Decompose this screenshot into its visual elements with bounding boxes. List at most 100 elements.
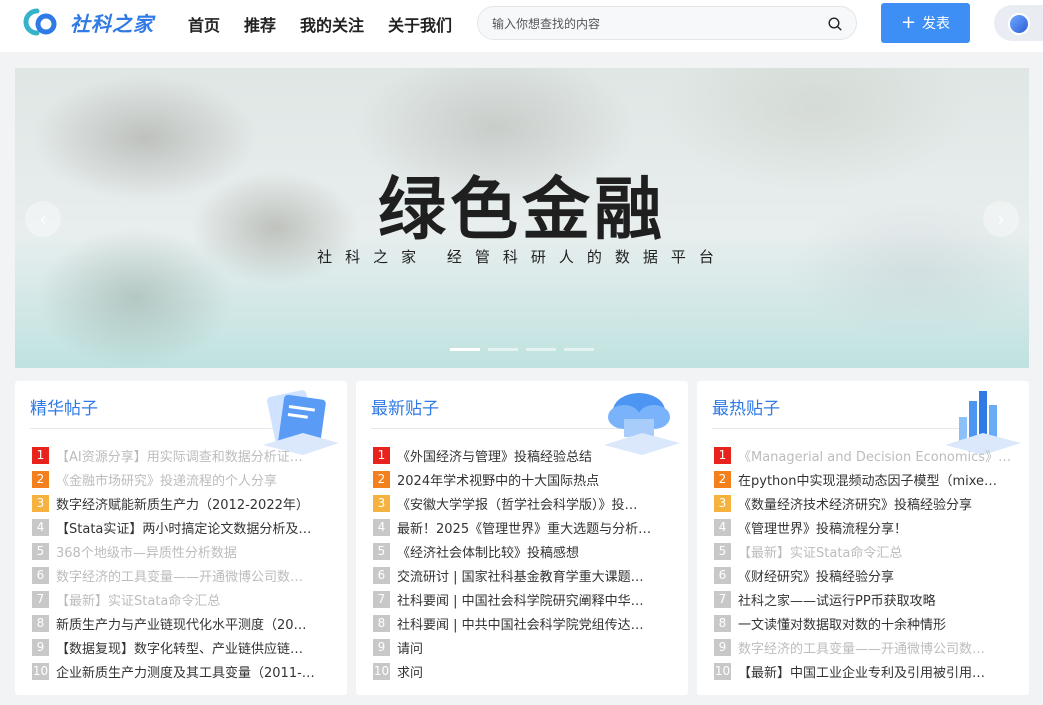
rank-badge: 10 xyxy=(714,662,731,680)
nav-recommend[interactable]: 推荐 xyxy=(244,12,276,36)
search-icon[interactable] xyxy=(828,17,842,31)
card-title[interactable]: 精华帖子 xyxy=(30,394,98,419)
rank-badge: 2 xyxy=(714,470,731,488)
post-title-link[interactable]: 【Stata实证】两小时搞定论文数据分析及… xyxy=(56,518,332,537)
list-item[interactable]: 8 社科要闻 | 中共中国社会科学院党组传达… xyxy=(373,611,673,635)
post-title-link[interactable]: 368个地级市—异质性分析数据 xyxy=(56,542,332,561)
post-title-link[interactable]: 交流研讨 | 国家社科基金教育学重大课题… xyxy=(397,566,673,585)
rank-badge: 9 xyxy=(32,638,49,656)
rank-badge: 6 xyxy=(32,566,49,584)
divider xyxy=(30,428,280,429)
list-item[interactable]: 5 【最新】实证Stata命令汇总 xyxy=(714,539,1014,563)
rank-badge: 5 xyxy=(32,542,49,560)
post-title-link[interactable]: 《财经研究》投稿经验分享 xyxy=(738,566,1014,585)
featured-post-list: 1 【AI资源分享】用实际调查和数据分析证… 2 《金融市场研究》投递流程的个人分享 3… xyxy=(32,443,332,683)
carousel-next-arrow-icon[interactable]: › xyxy=(983,201,1019,237)
list-item[interactable]: 9 数字经济的工具变量——开通微博公司数… xyxy=(714,635,1014,659)
post-title-link[interactable]: 《外国经济与管理》投稿经验总结 xyxy=(397,446,673,465)
search-input[interactable] xyxy=(492,14,812,34)
list-item[interactable]: 3 《安徽大学学报（哲学社会科学版）》投… xyxy=(373,491,673,515)
rank-badge: 6 xyxy=(373,566,390,584)
list-item[interactable]: 7 社科要闻 | 中国社会科学院研究阐释中华… xyxy=(373,587,673,611)
list-item[interactable]: 2 在python中实现混频动态因子模型（mixe… xyxy=(714,467,1014,491)
site-logo[interactable]: 社科之家 xyxy=(20,5,154,39)
divider xyxy=(371,428,621,429)
post-title-link[interactable]: 数字经济赋能新质生产力（2012-2022年） xyxy=(56,494,332,513)
carousel-dot-2[interactable] xyxy=(488,348,518,351)
post-title-link[interactable]: 《金融市场研究》投递流程的个人分享 xyxy=(56,470,332,489)
post-title-link[interactable]: 《经济社会体制比较》投稿感想 xyxy=(397,542,673,561)
list-item[interactable]: 1 《外国经济与管理》投稿经验总结 xyxy=(373,443,673,467)
rank-badge: 3 xyxy=(32,494,49,512)
post-title-link[interactable]: 新质生产力与产业链现代化水平测度（20… xyxy=(56,614,332,633)
banner-title: 绿色金融 xyxy=(377,171,666,250)
post-title-link[interactable]: 数字经济的工具变量——开通微博公司数… xyxy=(56,566,332,585)
post-title-link[interactable]: 社科之家——试运行PP币获取攻略 xyxy=(738,590,1014,609)
list-item[interactable]: 10 企业新质生产力测度及其工具变量（2011-… xyxy=(32,659,332,683)
nav-following[interactable]: 我的关注 xyxy=(300,12,364,36)
list-item[interactable]: 9 【数据复现】数字化转型、产业链供应链… xyxy=(32,635,332,659)
list-item[interactable]: 9 请问 xyxy=(373,635,673,659)
post-title-link[interactable]: 求问 xyxy=(397,662,673,681)
rank-badge: 5 xyxy=(373,542,390,560)
list-item[interactable]: 10 求问 xyxy=(373,659,673,683)
list-item[interactable]: 3 《数量经济技术经济研究》投稿经验分享 xyxy=(714,491,1014,515)
post-title-link[interactable]: 《管理世界》投稿流程分享！ xyxy=(738,518,1014,537)
post-title-link[interactable]: 一文读懂对数据取对数的十余种情形 xyxy=(738,614,1014,633)
latest-posts-card: 最新贴子 1 《外国经济与管理》投稿经验总结 2 2024年学术视野中的十大国际热点 3… xyxy=(356,381,688,695)
card-title[interactable]: 最热贴子 xyxy=(712,394,780,419)
list-item[interactable]: 1 《Managerial and Decision Economics》… xyxy=(714,443,1014,467)
post-title-link[interactable]: 《安徽大学学报（哲学社会科学版）》投… xyxy=(397,494,673,513)
list-item[interactable]: 5 368个地级市—异质性分析数据 xyxy=(32,539,332,563)
list-item[interactable]: 7 社科之家——试运行PP币获取攻略 xyxy=(714,587,1014,611)
rank-badge: 7 xyxy=(32,590,49,608)
post-title-link[interactable]: 【数据复现】数字化转型、产业链供应链… xyxy=(56,638,332,657)
list-item[interactable]: 4 最新！2025《管理世界》重大选题与分析… xyxy=(373,515,673,539)
carousel-dot-1[interactable] xyxy=(450,348,480,351)
post-title-link[interactable]: 【最新】实证Stata命令汇总 xyxy=(738,542,1014,561)
post-title-link[interactable]: 2024年学术视野中的十大国际热点 xyxy=(397,470,673,489)
list-item[interactable]: 5 《经济社会体制比较》投稿感想 xyxy=(373,539,673,563)
list-item[interactable]: 6 交流研讨 | 国家社科基金教育学重大课题… xyxy=(373,563,673,587)
nav-about[interactable]: 关于我们 xyxy=(388,12,452,36)
post-title-link[interactable]: 数字经济的工具变量——开通微博公司数… xyxy=(738,638,1014,657)
list-item[interactable]: 8 新质生产力与产业链现代化水平测度（20… xyxy=(32,611,332,635)
card-title[interactable]: 最新贴子 xyxy=(371,394,439,419)
list-item[interactable]: 6 数字经济的工具变量——开通微博公司数… xyxy=(32,563,332,587)
rank-badge: 4 xyxy=(32,518,49,536)
post-title-link[interactable]: 在python中实现混频动态因子模型（mixe… xyxy=(738,470,1014,489)
nav-home[interactable]: 首页 xyxy=(188,12,220,36)
carousel-prev-arrow-icon[interactable]: ‹ xyxy=(25,201,61,237)
banner-carousel[interactable]: 绿色金融 社科之家 经管科研人的数据平台 ‹ › xyxy=(15,68,1029,368)
main-nav: 首页 推荐 我的关注 关于我们 xyxy=(188,12,452,36)
post-title-link[interactable]: 社科要闻 | 中国社会科学院研究阐释中华… xyxy=(397,590,673,609)
post-title-link[interactable]: 【AI资源分享】用实际调查和数据分析证… xyxy=(56,446,332,465)
user-avatar[interactable] xyxy=(994,5,1043,41)
list-item[interactable]: 1 【AI资源分享】用实际调查和数据分析证… xyxy=(32,443,332,467)
list-item[interactable]: 7 【最新】实证Stata命令汇总 xyxy=(32,587,332,611)
rank-badge: 2 xyxy=(32,470,49,488)
rank-badge: 3 xyxy=(373,494,390,512)
post-title-link[interactable]: 最新！2025《管理世界》重大选题与分析… xyxy=(397,518,673,537)
post-title-link[interactable]: 社科要闻 | 中共中国社会科学院党组传达… xyxy=(397,614,673,633)
post-title-link[interactable]: 《Managerial and Decision Economics》… xyxy=(738,446,1014,465)
post-title-link[interactable]: 【最新】实证Stata命令汇总 xyxy=(56,590,332,609)
list-item[interactable]: 4 【Stata实证】两小时搞定论文数据分析及… xyxy=(32,515,332,539)
list-item[interactable]: 6 《财经研究》投稿经验分享 xyxy=(714,563,1014,587)
list-item[interactable]: 3 数字经济赋能新质生产力（2012-2022年） xyxy=(32,491,332,515)
post-title-link[interactable]: 请问 xyxy=(397,638,673,657)
list-item[interactable]: 8 一文读懂对数据取对数的十余种情形 xyxy=(714,611,1014,635)
list-item[interactable]: 2 《金融市场研究》投递流程的个人分享 xyxy=(32,467,332,491)
post-button[interactable]: + 发表 xyxy=(881,3,970,43)
rank-badge: 2 xyxy=(373,470,390,488)
list-item[interactable]: 10 【最新】中国工业企业专利及引用被引用… xyxy=(714,659,1014,683)
post-title-link[interactable]: 【最新】中国工业企业专利及引用被引用… xyxy=(738,662,1014,681)
latest-post-list: 1 《外国经济与管理》投稿经验总结 2 2024年学术视野中的十大国际热点 3 《安徽大学… xyxy=(373,443,673,683)
list-item[interactable]: 2 2024年学术视野中的十大国际热点 xyxy=(373,467,673,491)
post-title-link[interactable]: 企业新质生产力测度及其工具变量（2011-… xyxy=(56,662,332,681)
post-title-link[interactable]: 《数量经济技术经济研究》投稿经验分享 xyxy=(738,494,1014,513)
rank-badge: 5 xyxy=(714,542,731,560)
carousel-dot-4[interactable] xyxy=(564,348,594,351)
list-item[interactable]: 4 《管理世界》投稿流程分享！ xyxy=(714,515,1014,539)
carousel-dot-3[interactable] xyxy=(526,348,556,351)
